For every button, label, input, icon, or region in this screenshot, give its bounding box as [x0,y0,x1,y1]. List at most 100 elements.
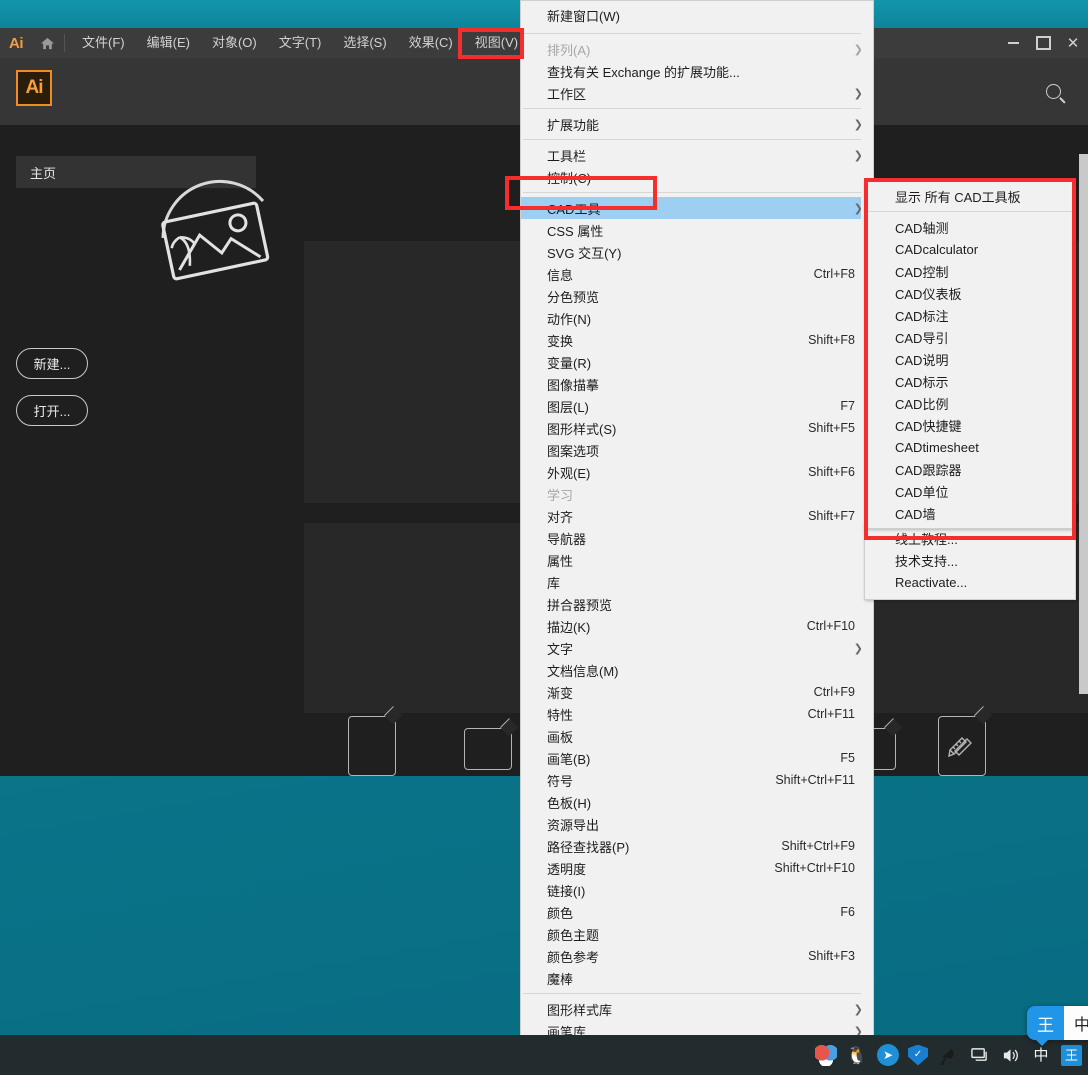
cad-submenu-item[interactable]: CAD跟踪器 [865,458,1075,480]
window-menu-item[interactable]: 变量(R) [521,351,873,373]
qq-penguin-icon[interactable]: 🐧 [846,1044,868,1066]
window-menu-item[interactable]: 新建窗口(W) [521,1,873,29]
cloud-sync-icon[interactable] [815,1044,837,1066]
window-menu-item[interactable]: 工作区 ❯ [521,82,873,104]
window-menu-item[interactable]: CAD工具 ❯ [521,197,873,219]
window-menu-item[interactable]: 色板(H) [521,791,873,813]
cad-submenu-item[interactable]: CAD墙 [865,502,1075,524]
window-menu-item[interactable]: 魔棒 [521,967,873,989]
search-icon[interactable] [1036,74,1070,108]
help-menu-item[interactable]: 线上教程... [865,527,1075,549]
window-menu-item[interactable]: 描边(K) Ctrl+F10 [521,615,873,637]
window-menu-item[interactable]: 资源导出 [521,813,873,835]
maximize-button[interactable] [1028,28,1058,58]
ime-logo-icon[interactable]: 王 [1027,1006,1064,1046]
satellite-antenna-icon[interactable] [937,1044,959,1066]
telegram-icon[interactable]: ➤ [877,1044,899,1066]
window-menu-item[interactable]: 颜色 F6 [521,901,873,923]
menubar: 文件(F) 编辑(E) 对象(O) 文字(T) 选择(S) 效果(C) 视图(V… [71,28,599,58]
menu-item-shortcut: F7 [840,399,855,413]
window-menu-item[interactable]: 画笔(B) F5 [521,747,873,769]
window-menu-item[interactable]: 颜色参考 Shift+F3 [521,945,873,967]
home-icon[interactable] [32,28,62,58]
menu-file[interactable]: 文件(F) [71,28,136,58]
window-menu-item[interactable]: 工具栏 ❯ [521,144,873,166]
ime-language-icon[interactable]: 中 [1030,1044,1052,1066]
menu-item-shortcut: F5 [840,751,855,765]
help-menu-popup: 线上教程... 技术支持... Reactivate... [864,524,1076,600]
ime-mode-indicator[interactable]: 中 [1064,1006,1088,1040]
close-button[interactable]: ✕ [1058,28,1088,58]
window-menu-item[interactable]: 特性 Ctrl+F11 [521,703,873,725]
help-menu-item[interactable]: 技术支持... [865,549,1075,571]
window-menu-item[interactable]: 动作(N) [521,307,873,329]
window-menu-item[interactable]: 画板 [521,725,873,747]
window-menu-item[interactable]: 图形样式库 ❯ [521,998,873,1020]
window-menu-item[interactable]: 图像描摹 [521,373,873,395]
window-menu-item[interactable]: 外观(E) Shift+F6 [521,461,873,483]
window-menu-item[interactable]: 变换 Shift+F8 [521,329,873,351]
help-menu-item[interactable]: Reactivate... [865,571,1075,593]
menu-effect[interactable]: 效果(C) [398,28,464,58]
menu-select[interactable]: 选择(S) [332,28,397,58]
window-menu-item[interactable]: 属性 [521,549,873,571]
menu-object[interactable]: 对象(O) [201,28,268,58]
ime-floating-bar[interactable]: 王 中 [1027,1006,1088,1046]
window-menu-item[interactable]: 库 [521,571,873,593]
window-menu-item[interactable]: CSS 属性 [521,219,873,241]
window-menu-item[interactable]: 图案选项 [521,439,873,461]
volume-icon[interactable] [999,1044,1021,1066]
window-menu-item[interactable]: 文档信息(M) [521,659,873,681]
menu-type[interactable]: 文字(T) [268,28,333,58]
window-menu-item[interactable]: 渐变 Ctrl+F9 [521,681,873,703]
tencent-shield-icon[interactable]: ✓ [908,1044,928,1066]
menu-item-label: 变换 [547,333,574,349]
window-menu-item[interactable]: 颜色主题 [521,923,873,945]
window-menu-item[interactable]: 符号 Shift+Ctrl+F11 [521,769,873,791]
window-menu-item[interactable]: 图形样式(S) Shift+F5 [521,417,873,439]
menu-item-label: 查找有关 Exchange 的扩展功能... [547,64,740,80]
cad-submenu-item[interactable]: CADcalculator [865,238,1075,260]
window-menu-item[interactable]: 链接(I) [521,879,873,901]
cad-submenu-item[interactable]: CAD单位 [865,480,1075,502]
cad-submenu-item[interactable]: CAD控制 [865,260,1075,282]
window-menu-item[interactable]: 查找有关 Exchange 的扩展功能... [521,60,873,82]
cad-submenu-item[interactable]: CAD导引 [865,326,1075,348]
menu-item-label: 排列(A) [547,42,591,58]
window-menu-item[interactable]: 文字 ❯ [521,637,873,659]
open-button[interactable]: 打开... [16,395,88,426]
menu-item-shortcut: Shift+F7 [808,509,855,523]
window-menu-item[interactable]: 图层(L) F7 [521,395,873,417]
cad-submenu-item[interactable]: CAD标注 [865,304,1075,326]
window-menu-item[interactable]: 信息 Ctrl+F8 [521,263,873,285]
cad-submenu-header[interactable]: 显示 所有 CAD工具板 [865,185,1075,207]
cad-submenu-item[interactable]: CADtimesheet [865,436,1075,458]
window-menu-item[interactable]: 扩展功能 ❯ [521,113,873,135]
window-menu-item[interactable]: 对齐 Shift+F7 [521,505,873,527]
menu-item-shortcut: Shift+F5 [808,421,855,435]
cad-submenu-item[interactable]: CAD说明 [865,348,1075,370]
window-menu-item[interactable]: 控制(C) [521,166,873,188]
app-vertical-scrollbar[interactable] [1079,154,1088,694]
window-menu-item[interactable]: 拼合器预览 [521,593,873,615]
cad-submenu-item[interactable]: CAD快捷键 [865,414,1075,436]
menu-item-shortcut: Shift+Ctrl+F9 [781,839,855,853]
window-menu-item[interactable]: 路径查找器(P) Shift+Ctrl+F9 [521,835,873,857]
cad-submenu-item[interactable]: CAD标示 [865,370,1075,392]
window-menu-item[interactable]: 分色预览 [521,285,873,307]
menu-item-label: CAD轴测 [895,220,949,236]
window-menu-item[interactable]: 导航器 [521,527,873,549]
menu-edit[interactable]: 编辑(E) [136,28,201,58]
menu-item-shortcut: Ctrl+F10 [806,619,855,633]
menu-item-label: 画笔(B) [547,751,591,767]
minimize-button[interactable] [998,28,1028,58]
new-button[interactable]: 新建... [16,348,88,379]
network-monitor-icon[interactable] [968,1044,990,1066]
menu-item-label: 图案选项 [547,443,600,459]
window-menu-item[interactable]: 透明度 Shift+Ctrl+F10 [521,857,873,879]
wang-ime-icon[interactable]: 王 [1061,1044,1082,1066]
window-menu-item[interactable]: SVG 交互(Y) [521,241,873,263]
cad-submenu-item[interactable]: CAD轴测 [865,216,1075,238]
cad-submenu-item[interactable]: CAD仪表板 [865,282,1075,304]
cad-submenu-item[interactable]: CAD比例 [865,392,1075,414]
